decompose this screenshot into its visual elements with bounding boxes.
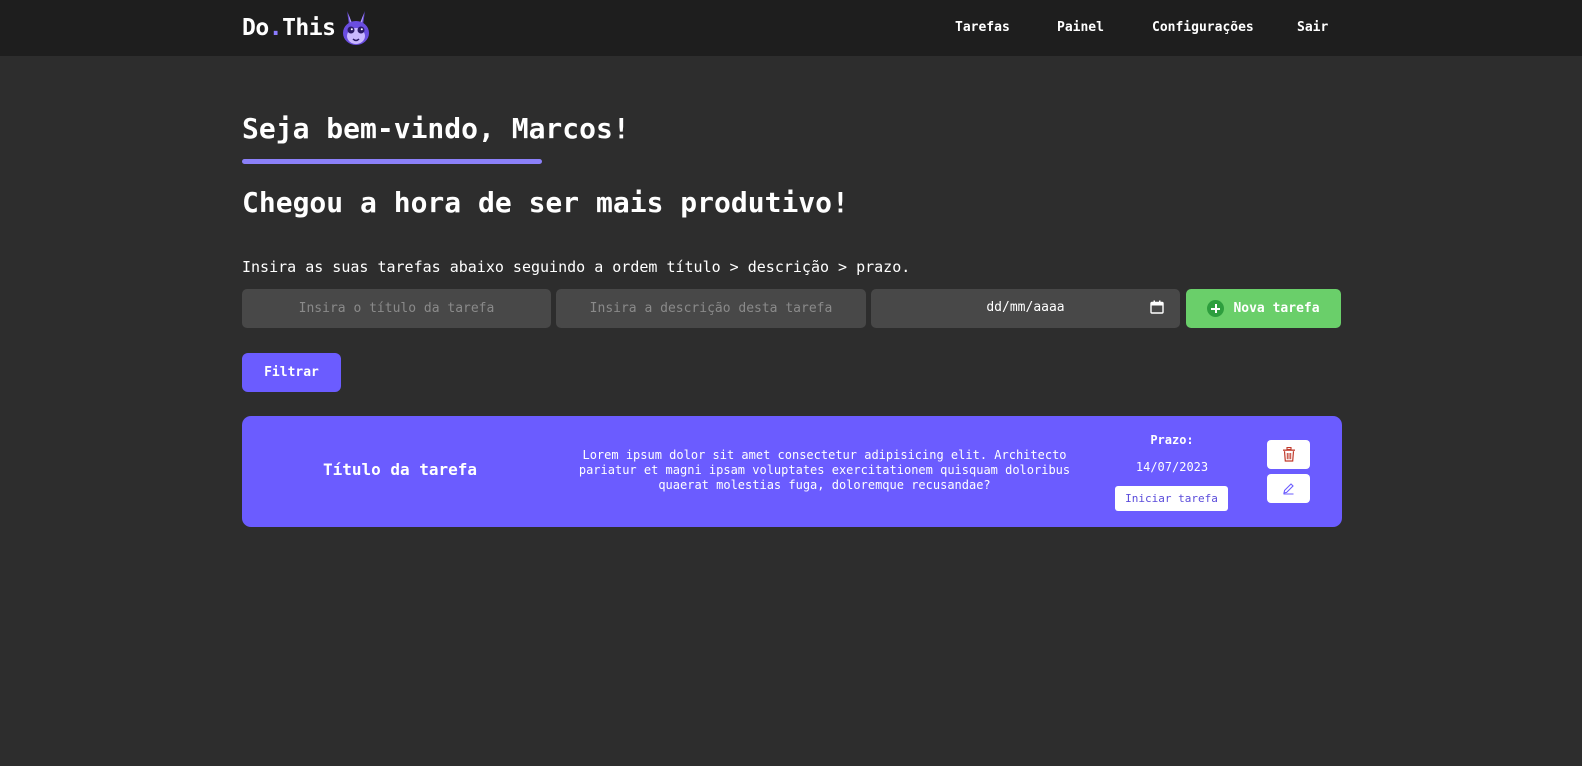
delete-task-button[interactable]	[1267, 440, 1310, 469]
task-card: Título da tarefa Lorem ipsum dolor sit a…	[242, 416, 1342, 527]
date-placeholder: dd/mm/aaaa	[986, 300, 1065, 315]
task-deadline-input[interactable]: dd/mm/aaaa	[871, 289, 1180, 328]
nav-sair[interactable]: Sair	[1297, 20, 1328, 35]
edit-task-button[interactable]	[1267, 474, 1310, 503]
welcome-heading: Seja bem-vindo, Marcos!	[242, 112, 630, 145]
deadline-value: 14/07/2023	[1135, 460, 1209, 474]
task-title-input[interactable]	[242, 289, 551, 328]
logo[interactable]: Do.This	[242, 8, 373, 48]
new-task-button[interactable]: Nova tarefa	[1186, 289, 1341, 328]
nav-painel[interactable]: Painel	[1057, 20, 1104, 35]
new-task-label: Nova tarefa	[1233, 301, 1320, 316]
calendar-icon[interactable]	[1150, 300, 1164, 314]
nav-tarefas[interactable]: Tarefas	[955, 20, 1010, 35]
task-title: Título da tarefa	[322, 460, 478, 479]
deadline-label: Prazo:	[1150, 433, 1194, 447]
pencil-icon	[1283, 483, 1294, 495]
filter-button[interactable]: Filtrar	[242, 353, 341, 392]
bunny-mascot-icon	[343, 11, 370, 45]
logo-text: Do.This	[242, 15, 336, 41]
form-instructions: Insira as suas tarefas abaixo seguindo a…	[242, 258, 911, 276]
navbar: Do.This Tarefas Painel Configurações Sai…	[0, 0, 1582, 56]
task-description-input[interactable]	[556, 289, 866, 328]
task-description: Lorem ipsum dolor sit amet consectetur a…	[578, 448, 1071, 492]
subtitle-heading: Chegou a hora de ser mais produtivo!	[242, 186, 849, 219]
plus-circle-icon	[1207, 300, 1225, 317]
start-task-button[interactable]: Iniciar tarefa	[1115, 486, 1228, 511]
trash-icon	[1282, 447, 1295, 462]
heading-underline	[242, 159, 542, 164]
nav-configuracoes[interactable]: Configurações	[1152, 20, 1254, 35]
